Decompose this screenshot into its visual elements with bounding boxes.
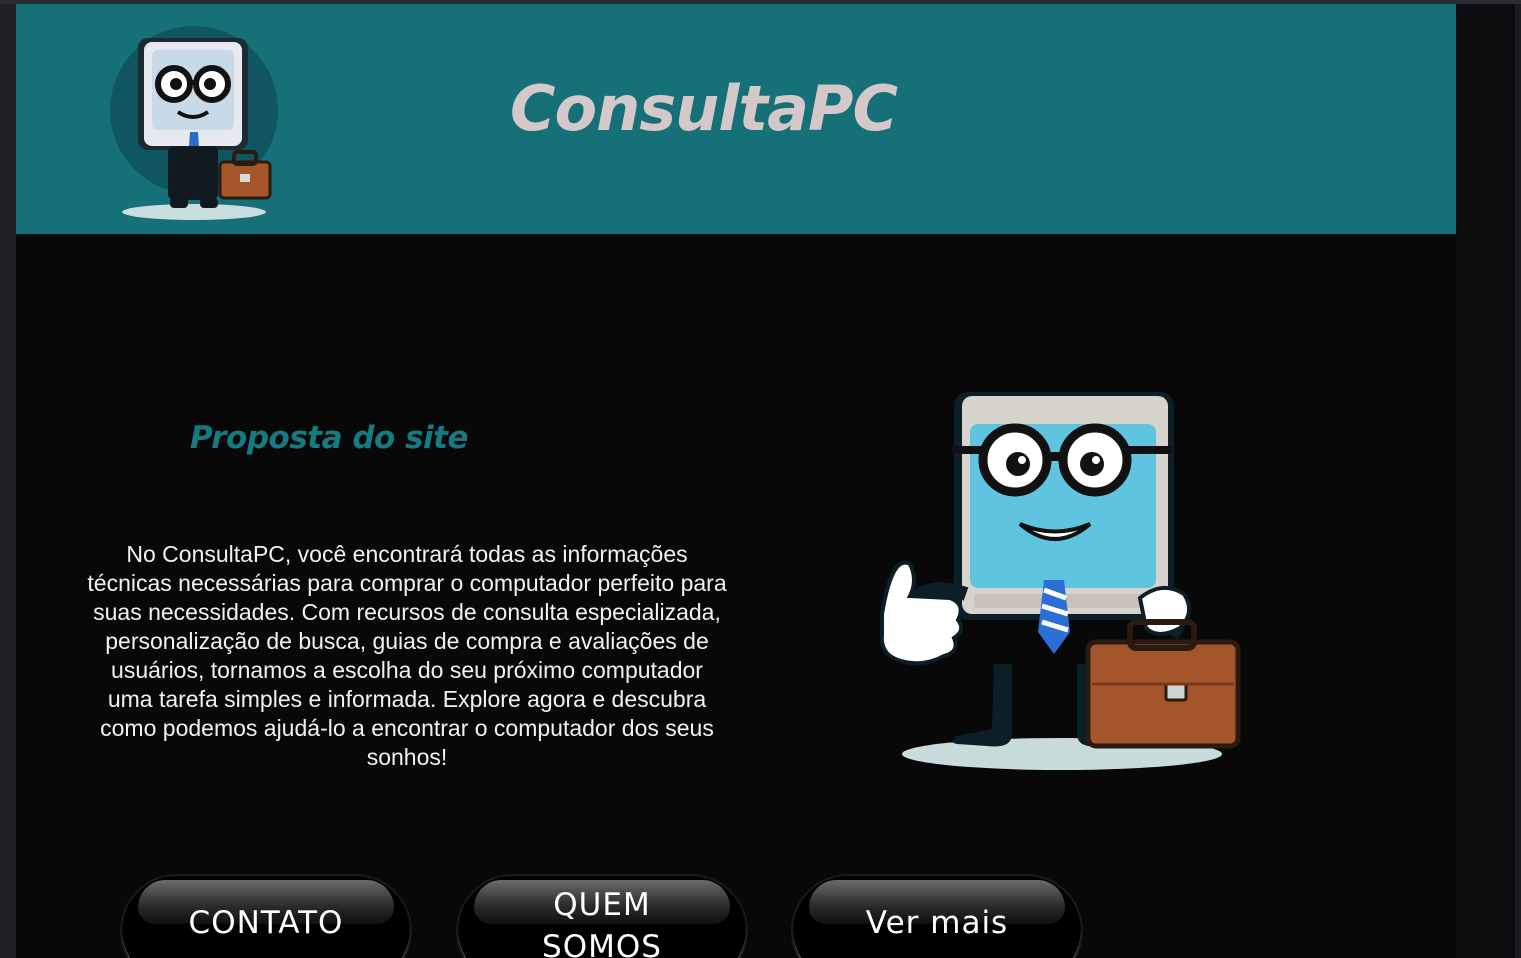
quem-somos-button[interactable]: QUEM SOMOS — [458, 876, 746, 958]
ver-mais-button-label: Ver mais — [865, 905, 1009, 941]
section-description: No ConsultaPC, você encontrará todas as … — [87, 541, 727, 770]
contato-button[interactable]: CONTATO — [122, 876, 410, 958]
computer-mascot-thumbs-up-icon — [879, 392, 1241, 770]
contato-button-label: CONTATO — [188, 905, 344, 941]
quem-somos-line2: SOMOS — [542, 929, 662, 958]
page: ConsultaPC Proposta do site No ConsultaP… — [16, 4, 1456, 958]
quem-somos-button-label: QUEM SOMOS — [458, 884, 746, 958]
logo[interactable] — [108, 22, 284, 222]
computer-mascot-icon — [110, 26, 278, 220]
section-title: Proposta do site — [190, 420, 469, 456]
right-gutter — [1456, 4, 1521, 958]
scrollbar[interactable] — [1515, 4, 1521, 958]
mascot-illustration — [862, 384, 1242, 774]
site-header: ConsultaPC — [16, 4, 1456, 234]
site-title: ConsultaPC — [510, 72, 898, 145]
quem-somos-line1: QUEM — [553, 887, 651, 923]
ver-mais-button[interactable]: Ver mais — [793, 876, 1081, 958]
